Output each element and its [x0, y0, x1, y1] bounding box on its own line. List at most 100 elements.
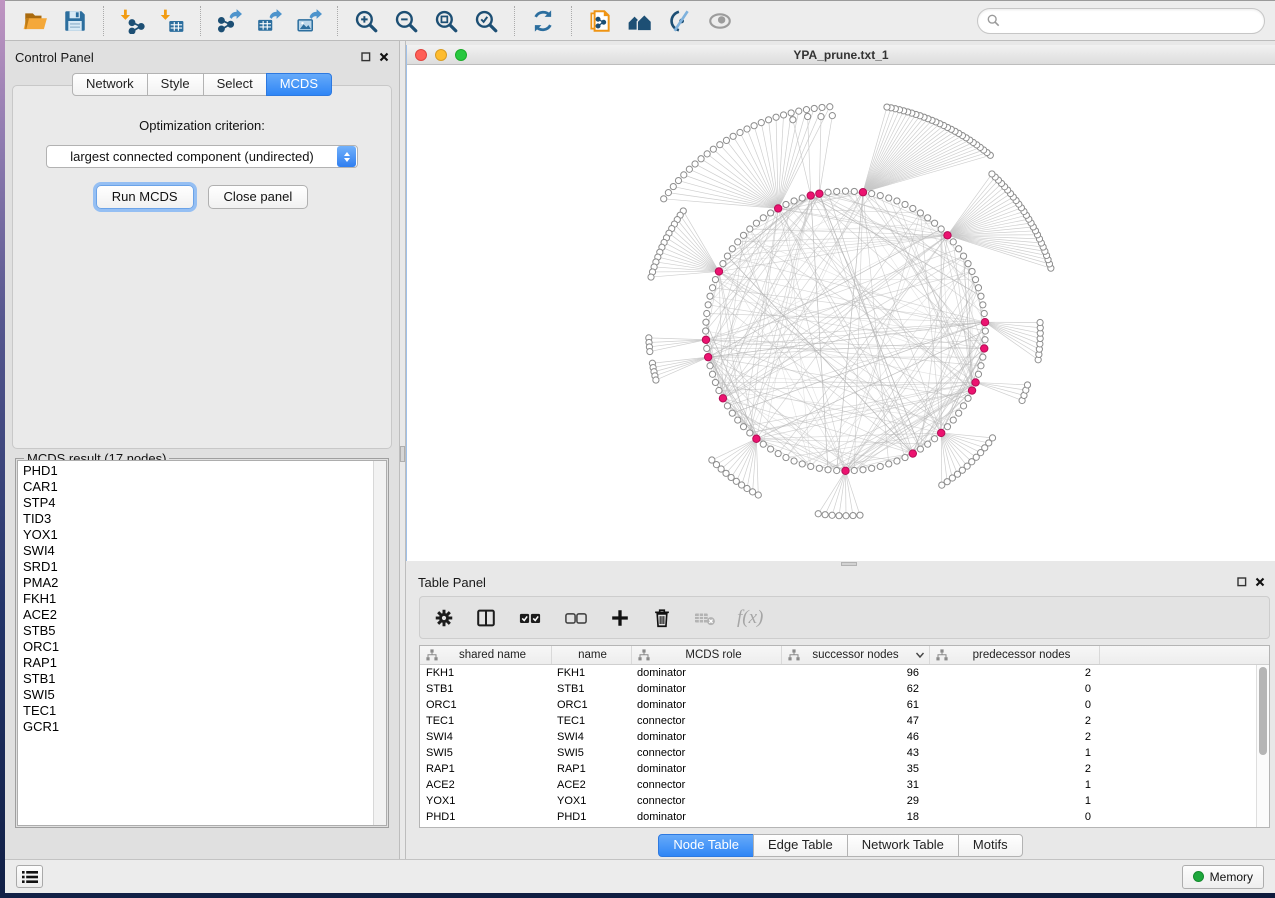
zoom-out-button[interactable]	[389, 5, 423, 37]
vertical-splitter[interactable]	[399, 41, 406, 859]
network-node[interactable]	[760, 215, 766, 221]
network-node[interactable]	[969, 268, 975, 274]
network-node[interactable]	[902, 454, 908, 460]
float-panel-button[interactable]	[361, 52, 371, 62]
network-node[interactable]	[931, 220, 937, 226]
network-node[interactable]	[747, 430, 753, 436]
list-item[interactable]: TID3	[18, 511, 373, 527]
list-item[interactable]: PMA2	[18, 575, 373, 591]
network-node[interactable]	[931, 436, 937, 442]
network-node[interactable]	[894, 198, 900, 204]
network-node[interactable]	[744, 126, 750, 132]
open-session-button[interactable]	[18, 5, 52, 37]
network-node[interactable]	[981, 310, 987, 316]
network-node[interactable]	[938, 226, 944, 232]
network-node[interactable]	[982, 328, 988, 334]
list-item[interactable]: RAP1	[18, 655, 373, 671]
network-node[interactable]	[980, 302, 986, 308]
network-node[interactable]	[925, 441, 931, 447]
table-row[interactable]: SWI4SWI4dominator462	[420, 729, 1256, 745]
tab-mcds[interactable]: MCDS	[266, 73, 332, 96]
network-node[interactable]	[729, 410, 735, 416]
mcds-hub-node[interactable]	[981, 345, 988, 352]
list-item[interactable]: SWI5	[18, 687, 373, 703]
list-item[interactable]: FKH1	[18, 591, 373, 607]
network-node[interactable]	[917, 210, 923, 216]
mcds-hub-node[interactable]	[968, 387, 975, 394]
network-node[interactable]	[816, 465, 822, 471]
network-node[interactable]	[834, 188, 840, 194]
network-node[interactable]	[765, 117, 771, 123]
network-node[interactable]	[729, 246, 735, 252]
table-row[interactable]: ACE2ACE2connector311	[420, 777, 1256, 793]
mcds-hub-node[interactable]	[944, 232, 951, 239]
network-node[interactable]	[780, 112, 786, 118]
network-node[interactable]	[822, 512, 828, 518]
network-node[interactable]	[842, 188, 848, 194]
network-node[interactable]	[750, 489, 756, 495]
column-header-successor-nodes[interactable]: successor nodes	[782, 646, 930, 664]
list-item[interactable]: CAR1	[18, 479, 373, 495]
list-item[interactable]: STB1	[18, 671, 373, 687]
table-row[interactable]: TEC1TEC1connector472	[420, 713, 1256, 729]
network-node[interactable]	[730, 133, 736, 139]
network-node[interactable]	[720, 261, 726, 267]
network-node[interactable]	[950, 417, 956, 423]
network-node[interactable]	[978, 363, 984, 369]
mcds-list-scrollbar[interactable]	[373, 461, 386, 825]
column-header-mcds-role[interactable]: MCDS role	[632, 646, 782, 664]
close-panel-button-mcds[interactable]: Close panel	[208, 185, 309, 209]
network-node[interactable]	[703, 319, 709, 325]
network-node[interactable]	[925, 215, 931, 221]
network-node[interactable]	[692, 161, 698, 167]
tab-network-table[interactable]: Network Table	[847, 834, 959, 857]
search-input[interactable]	[1005, 14, 1255, 28]
network-node[interactable]	[808, 463, 814, 469]
network-node[interactable]	[799, 195, 805, 201]
network-node[interactable]	[834, 467, 840, 473]
network-node[interactable]	[869, 465, 875, 471]
table-row[interactable]: YOX1YOX1connector291	[420, 793, 1256, 809]
network-node[interactable]	[851, 467, 857, 473]
table-row[interactable]: FKH1FKH1dominator962	[420, 665, 1256, 681]
list-item[interactable]: SRD1	[18, 559, 373, 575]
network-node[interactable]	[819, 104, 825, 110]
network-node[interactable]	[960, 253, 966, 259]
network-node[interactable]	[704, 345, 710, 351]
network-node[interactable]	[877, 192, 883, 198]
network-node[interactable]	[675, 177, 681, 183]
float-panel-button[interactable]	[1237, 577, 1247, 587]
table-row[interactable]: RAP1RAP1dominator352	[420, 761, 1256, 777]
table-row[interactable]: ORC1ORC1dominator610	[420, 697, 1256, 713]
network-node[interactable]	[716, 387, 722, 393]
column-header-predecessor-nodes[interactable]: predecessor nodes	[930, 646, 1100, 664]
network-node[interactable]	[735, 239, 741, 245]
network-node[interactable]	[791, 198, 797, 204]
network-node[interactable]	[989, 435, 995, 441]
network-node[interactable]	[829, 512, 835, 518]
houses-button[interactable]	[623, 5, 657, 37]
network-node[interactable]	[1024, 382, 1030, 388]
import-table-button[interactable]	[155, 5, 189, 37]
network-node[interactable]	[965, 261, 971, 267]
column-header-name[interactable]: name	[552, 646, 632, 664]
network-node[interactable]	[956, 410, 962, 416]
list-item[interactable]: YOX1	[18, 527, 373, 543]
list-item[interactable]: TEC1	[18, 703, 373, 719]
network-node[interactable]	[751, 123, 757, 129]
network-node[interactable]	[944, 424, 950, 430]
network-node[interactable]	[884, 104, 890, 110]
network-node[interactable]	[788, 110, 794, 116]
network-node[interactable]	[740, 232, 746, 238]
tab-node-table[interactable]: Node Table	[658, 834, 754, 857]
list-item[interactable]: GCR1	[18, 719, 373, 735]
network-node[interactable]	[960, 403, 966, 409]
network-node[interactable]	[712, 276, 718, 282]
mcds-hub-node[interactable]	[909, 450, 916, 457]
mcds-hub-node[interactable]	[816, 190, 823, 197]
import-network-button[interactable]	[115, 5, 149, 37]
network-node[interactable]	[735, 417, 741, 423]
network-node[interactable]	[737, 129, 743, 135]
show-columns-button[interactable]	[475, 607, 497, 629]
list-item[interactable]: PHD1	[18, 463, 373, 479]
